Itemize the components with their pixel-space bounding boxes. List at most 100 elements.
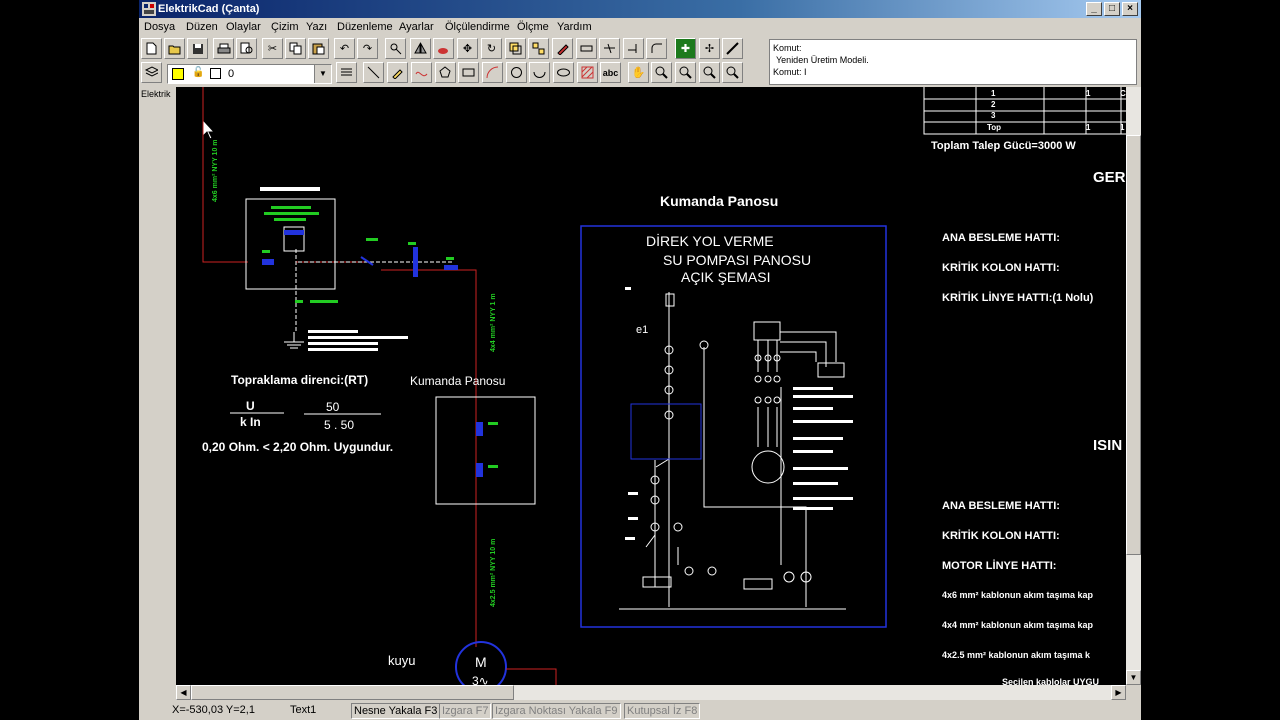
zoom-window-icon[interactable]: [675, 62, 696, 83]
vertical-scrollbar[interactable]: ▼: [1126, 87, 1141, 685]
mirror-icon[interactable]: [410, 38, 431, 59]
sidebar-panel[interactable]: Elektrik: [139, 87, 175, 687]
command-prompt[interactable]: Komut: I: [773, 66, 1133, 78]
rotate-icon[interactable]: ↻: [481, 38, 502, 59]
menu-olculendirme[interactable]: Ölçülendirme: [445, 21, 510, 33]
print-icon[interactable]: [213, 38, 234, 59]
rectangle-icon[interactable]: [458, 62, 479, 83]
table-row-label: Top: [987, 123, 1001, 132]
menu-cizim[interactable]: Çizim: [271, 21, 299, 33]
toggle-grid[interactable]: Izgara F7: [439, 703, 492, 719]
array-icon[interactable]: [528, 38, 549, 59]
polyline-icon[interactable]: [411, 62, 432, 83]
command-history[interactable]: Komut: Yeniden Üretim Modeli. Komut: I: [769, 39, 1137, 85]
zoom-icon[interactable]: [651, 62, 672, 83]
right-label: KRİTİK KOLON HATTI:: [942, 261, 1060, 274]
ellipse-icon[interactable]: [553, 62, 574, 83]
drawing-canvas[interactable]: 4x6 mm² NYY 10 m 4x4 mm² NYY 1 m Kumanda…: [176, 87, 1126, 685]
move-icon[interactable]: ✥: [457, 38, 478, 59]
chevron-down-icon[interactable]: ▼: [314, 65, 331, 83]
measure-icon[interactable]: [722, 38, 743, 59]
menu-olcme[interactable]: Ölçme: [517, 21, 549, 33]
hatch-icon[interactable]: [577, 62, 598, 83]
pencil-icon[interactable]: [387, 62, 408, 83]
mouse-cursor-icon: [202, 118, 216, 140]
redo-icon[interactable]: ↷: [357, 38, 378, 59]
sun-icon[interactable]: [172, 68, 184, 80]
line-icon[interactable]: [363, 62, 384, 83]
toggle-polar-track[interactable]: Kutupsal İz F8: [624, 703, 701, 719]
menu-olaylar[interactable]: Olaylar: [226, 21, 261, 33]
deco-bar: [310, 300, 338, 303]
table-row-label: 3: [991, 111, 996, 120]
app-window: ElektrikCad (Çanta) _ □ × Dosya Düzen Ol…: [139, 0, 1141, 720]
toggle-object-snap[interactable]: Nesne Yakala F3: [351, 703, 441, 719]
cut-icon[interactable]: ✂: [262, 38, 283, 59]
copy-icon[interactable]: [285, 38, 306, 59]
text-tool-icon[interactable]: abc: [600, 62, 621, 83]
trim-icon[interactable]: [599, 38, 620, 59]
arc-3p-icon[interactable]: [529, 62, 550, 83]
menu-yazi[interactable]: Yazı: [306, 21, 327, 33]
layers-icon[interactable]: [141, 62, 162, 83]
vertical-scroll-thumb[interactable]: [1126, 135, 1141, 555]
fillet-icon[interactable]: [646, 38, 667, 59]
deco-bar: [260, 187, 320, 191]
cable-note: 4x2.5 mm² kablonun akım taşıma k: [942, 650, 1091, 660]
properties-icon[interactable]: [385, 38, 406, 59]
deco-bar: [262, 250, 270, 253]
polygon-icon[interactable]: [435, 62, 456, 83]
cable-label-bottom: 4x2.5 mm² NYY 10 m: [490, 539, 497, 607]
table-cell: 1: [1086, 123, 1091, 132]
horizontal-scrollbar[interactable]: ◀ ▶: [176, 685, 1126, 700]
maximize-button[interactable]: □: [1104, 2, 1120, 16]
lock-icon[interactable]: 🔓: [192, 67, 204, 78]
scroll-right-arrow-icon[interactable]: ▶: [1111, 685, 1126, 700]
menu-yardim[interactable]: Yardım: [557, 21, 592, 33]
app-icon: [142, 2, 156, 16]
zoom-extents-icon[interactable]: [699, 62, 720, 83]
erase-icon[interactable]: [433, 38, 454, 59]
layer-value: 0: [228, 68, 235, 80]
title-bar: ElektrikCad (Çanta) _ □ ×: [139, 0, 1141, 18]
menu-dosya[interactable]: Dosya: [144, 21, 175, 33]
small-panel-box: [435, 396, 536, 505]
layer-select[interactable]: 🔓 0 ▼: [167, 64, 332, 84]
pan-icon[interactable]: ✋: [628, 62, 649, 83]
menu-duzenleme[interactable]: Düzenleme: [337, 21, 393, 33]
toggle-grid-snap[interactable]: Izgara Noktası Yakala F9: [492, 703, 621, 719]
color-swatch-icon[interactable]: [210, 68, 221, 79]
menu-ayarlar[interactable]: Ayarlar: [399, 21, 434, 33]
formula-num2: 50: [326, 400, 340, 414]
save-icon[interactable]: [187, 38, 208, 59]
close-button[interactable]: ×: [1122, 2, 1138, 16]
snap-icon[interactable]: ✚: [675, 38, 696, 59]
deco-bar: [488, 422, 498, 425]
linetype-icon[interactable]: [336, 62, 357, 83]
right-label: ANA BESLEME HATTI:: [942, 500, 1060, 512]
command-line-2: Yeniden Üretim Modeli.: [776, 55, 869, 65]
pen-icon[interactable]: [552, 38, 573, 59]
circle-icon[interactable]: [506, 62, 527, 83]
command-line-1: Komut:: [773, 43, 802, 53]
print-preview-icon[interactable]: [236, 38, 257, 59]
open-folder-icon[interactable]: [164, 38, 185, 59]
new-file-icon[interactable]: [141, 38, 162, 59]
minimize-button[interactable]: _: [1086, 2, 1102, 16]
copy-object-icon[interactable]: [505, 38, 526, 59]
grounding-title: Topraklama direnci:(RT): [231, 373, 368, 387]
extend-icon[interactable]: [623, 38, 644, 59]
breaker-icon: [413, 247, 418, 277]
paste-icon[interactable]: [308, 38, 329, 59]
undo-icon[interactable]: ↶: [334, 38, 355, 59]
horizontal-scroll-thumb[interactable]: [191, 685, 514, 700]
ortho-icon[interactable]: ✢: [699, 38, 720, 59]
scroll-left-arrow-icon[interactable]: ◀: [176, 685, 191, 700]
contactor-icon: [476, 463, 483, 477]
scroll-down-arrow-icon[interactable]: ▼: [1126, 670, 1141, 685]
panel-e1: e1: [636, 324, 648, 336]
menu-duzen[interactable]: Düzen: [186, 21, 218, 33]
arc-icon[interactable]: [482, 62, 503, 83]
zoom-all-icon[interactable]: [722, 62, 743, 83]
stretch-icon[interactable]: [576, 38, 597, 59]
